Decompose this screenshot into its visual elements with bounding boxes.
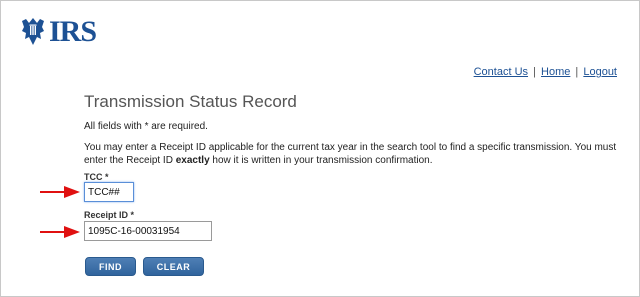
nav-separator: | [533,66,536,78]
instructions-part2: how it is written in your transmission c… [209,155,433,166]
contact-us-link[interactable]: Contact Us [474,66,528,78]
find-button[interactable]: FIND [85,257,136,276]
home-link[interactable]: Home [541,66,570,78]
red-arrow-icon [40,226,80,238]
top-nav: Contact Us | Home | Logout [474,66,617,78]
logout-link[interactable]: Logout [583,66,617,78]
tcc-label: TCC * [84,172,109,182]
required-note: All fields with * are required. [84,121,208,132]
receipt-id-input[interactable] [84,221,212,241]
instructions-bold: exactly [175,155,210,166]
red-arrow-icon [40,186,80,198]
irs-logo[interactable]: IRS [20,15,97,49]
tcc-input[interactable] [84,182,134,202]
eagle-seal-icon [22,18,44,45]
logo-text: IRS [49,15,97,48]
clear-button[interactable]: CLEAR [143,257,204,276]
page-title: Transmission Status Record [84,92,297,111]
instructions-text: You may enter a Receipt ID applicable fo… [84,141,619,167]
nav-separator: | [575,66,579,78]
receipt-id-label: Receipt ID * [84,210,135,220]
